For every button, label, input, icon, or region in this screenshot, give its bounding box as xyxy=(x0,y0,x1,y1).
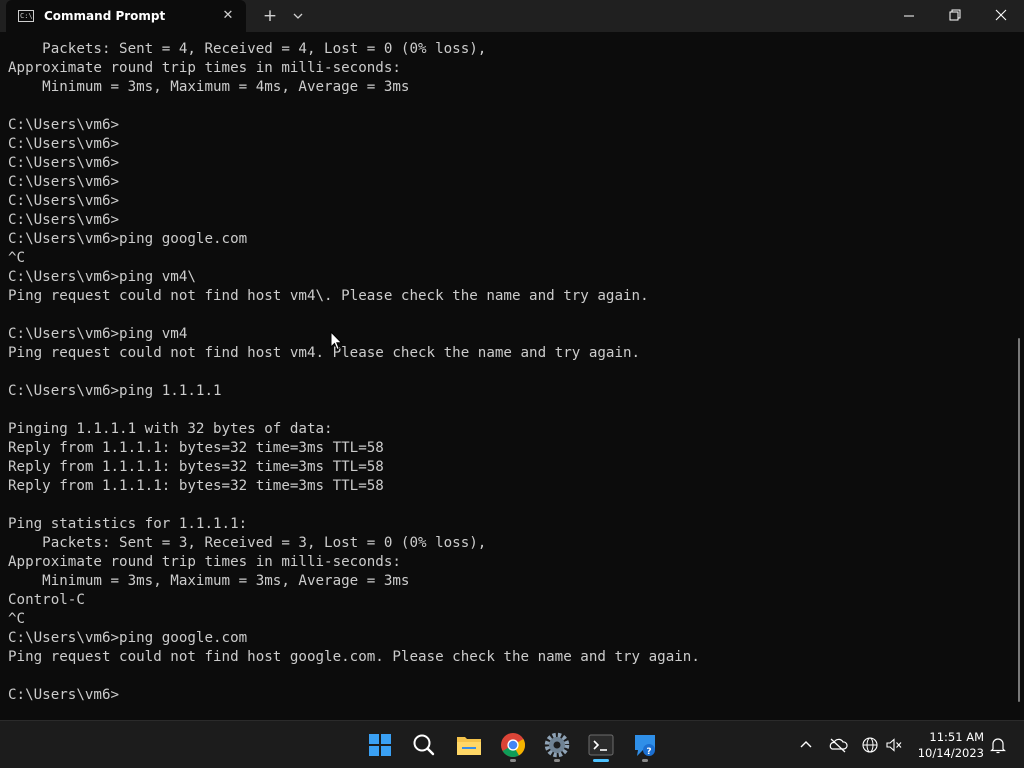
terminal-line: C:\Users\vm6>ping google.com xyxy=(8,231,248,247)
close-tab-button[interactable]: ✕ xyxy=(220,8,236,24)
minimize-icon xyxy=(904,15,914,17)
terminal-line: C:\Users\vm6>ping vm4\ xyxy=(8,269,196,285)
settings-button[interactable] xyxy=(541,729,573,761)
close-window-button[interactable] xyxy=(978,0,1024,32)
chrome-running-indicator xyxy=(510,759,516,762)
terminal-icon xyxy=(588,734,614,756)
start-button[interactable] xyxy=(364,729,396,761)
bell-icon xyxy=(990,738,1006,754)
terminal-line: C:\Users\vm6> xyxy=(8,193,120,209)
terminal-line: ^C xyxy=(8,250,26,266)
terminal-line: Approximate round trip times in milli-se… xyxy=(8,554,401,570)
clock-time[interactable]: 11:51 AM xyxy=(918,730,984,744)
terminal-line: Approximate round trip times in milli-se… xyxy=(8,60,401,76)
folder-icon xyxy=(457,737,481,755)
title-bar: C:\ Command Prompt ✕ + xyxy=(0,0,1024,32)
svg-text:?: ? xyxy=(646,747,651,757)
terminal-line: C:\Users\vm6> xyxy=(8,136,120,152)
minimize-button[interactable] xyxy=(886,0,932,32)
clock-date[interactable]: 10/14/2023 xyxy=(912,746,984,760)
terminal-line: ^C xyxy=(8,611,26,627)
terminal-line: C:\Users\vm6> xyxy=(8,117,120,133)
terminal-line: C:\Users\vm6>ping vm4 xyxy=(8,326,188,342)
tab-title: Command Prompt xyxy=(44,9,166,23)
volume-muted-icon xyxy=(886,738,902,752)
help-icon: ? xyxy=(635,735,655,757)
terminal-line: Control-C xyxy=(8,592,85,608)
terminal-line: C:\Users\vm6> xyxy=(8,212,120,228)
terminal-button[interactable] xyxy=(585,729,617,761)
command-prompt-icon: C:\ xyxy=(18,10,34,22)
terminal-line: C:\Users\vm6> xyxy=(8,687,120,703)
close-icon xyxy=(995,9,1007,21)
get-help-button[interactable]: ? xyxy=(629,729,661,761)
search-icon xyxy=(413,734,435,756)
terminal-line: Reply from 1.1.1.1: bytes=32 time=3ms TT… xyxy=(8,478,384,494)
terminal-line: Minimum = 3ms, Maximum = 3ms, Average = … xyxy=(8,573,410,589)
tab-command-prompt[interactable]: C:\ Command Prompt ✕ xyxy=(6,0,246,32)
terminal-line: Ping statistics for 1.1.1.1: xyxy=(8,516,248,532)
terminal-active-indicator xyxy=(593,759,609,762)
notifications-button[interactable] xyxy=(988,733,1008,757)
settings-running-indicator xyxy=(554,759,560,762)
chevron-down-icon xyxy=(293,13,303,19)
terminal-line: Packets: Sent = 3, Received = 3, Lost = … xyxy=(8,535,487,551)
mouse-pointer-icon xyxy=(330,331,343,351)
restore-button[interactable] xyxy=(932,0,978,32)
terminal-line: C:\Users\vm6>ping 1.1.1.1 xyxy=(8,383,222,399)
terminal-line: Ping request could not find host google.… xyxy=(8,649,700,665)
cloud-offline-icon xyxy=(829,738,848,753)
globe-icon xyxy=(862,737,878,753)
windows-logo-icon xyxy=(369,734,391,756)
new-tab-button[interactable]: + xyxy=(260,6,280,26)
tab-dropdown-button[interactable] xyxy=(288,6,308,26)
gear-icon xyxy=(544,732,570,758)
terminal-line: C:\Users\vm6> xyxy=(8,155,120,171)
scrollbar-thumb[interactable] xyxy=(1018,338,1020,702)
terminal-line: Ping request could not find host vm4. Pl… xyxy=(8,345,641,361)
terminal-scrollbar[interactable] xyxy=(1016,32,1024,720)
network-tray-button[interactable] xyxy=(860,733,880,757)
terminal-line: Packets: Sent = 4, Received = 4, Lost = … xyxy=(8,41,487,57)
terminal-line: C:\Users\vm6>ping google.com xyxy=(8,630,248,646)
restore-icon xyxy=(949,9,961,21)
terminal-line: Pinging 1.1.1.1 with 32 bytes of data: xyxy=(8,421,333,437)
terminal-line: Reply from 1.1.1.1: bytes=32 time=3ms TT… xyxy=(8,440,384,456)
onedrive-tray-button[interactable] xyxy=(828,733,848,757)
terminal-line: C:\Users\vm6> xyxy=(8,174,120,190)
chrome-button[interactable] xyxy=(497,729,529,761)
terminal-output-area[interactable]: Packets: Sent = 4, Received = 4, Lost = … xyxy=(0,32,1016,720)
terminal-line: Minimum = 3ms, Maximum = 4ms, Average = … xyxy=(8,79,410,95)
terminal-line: Reply from 1.1.1.1: bytes=32 time=3ms TT… xyxy=(8,459,384,475)
show-hidden-icons-button[interactable] xyxy=(796,733,816,757)
search-button[interactable] xyxy=(408,729,440,761)
terminal-line: Ping request could not find host vm4\. P… xyxy=(8,288,649,304)
terminal-text: Packets: Sent = 4, Received = 4, Lost = … xyxy=(8,40,700,705)
chrome-icon xyxy=(501,733,526,758)
taskbar: ? 11:51 AM 10/14/2023 xyxy=(0,720,1024,768)
get-help-running-indicator xyxy=(642,759,648,762)
file-explorer-button[interactable] xyxy=(453,729,485,761)
volume-tray-button[interactable] xyxy=(884,733,904,757)
chevron-up-icon xyxy=(800,741,812,748)
